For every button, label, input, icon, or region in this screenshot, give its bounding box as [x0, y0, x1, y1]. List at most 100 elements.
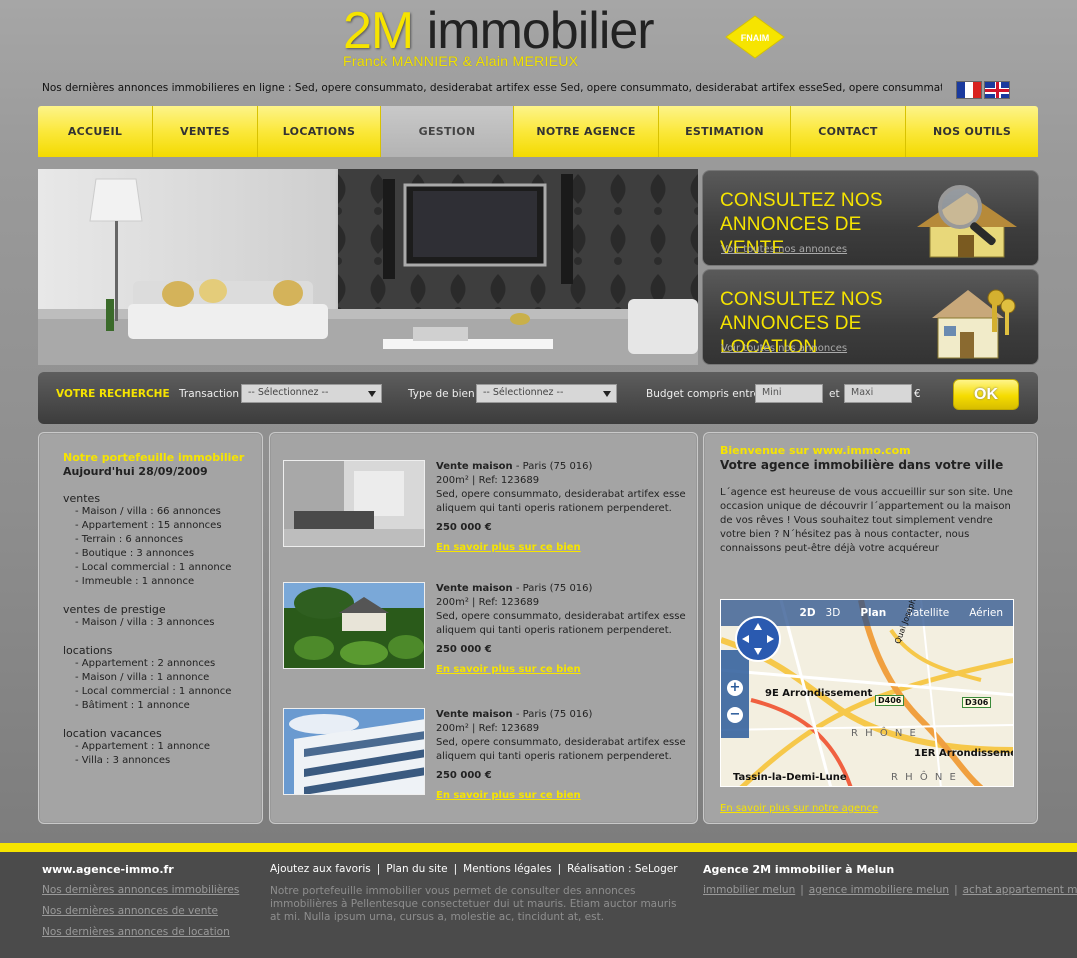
portfolio-panel: Notre portefeuille immobilier Aujourd'hu…	[38, 432, 263, 824]
welcome-panel: Bienvenue sur www.immo.com Votre agence …	[703, 432, 1038, 824]
portfolio-item[interactable]: - Boutique : 3 annonces	[63, 547, 262, 561]
footer-site-title: www.agence-immo.fr	[42, 863, 174, 876]
budget-min-input[interactable]: Mini	[755, 384, 823, 403]
listing-price: 250 000 €	[436, 770, 492, 781]
portfolio-item[interactable]: - Local commercial : 1 annonce	[63, 561, 262, 575]
portfolio-item[interactable]: - Appartement : 1 annonce	[63, 740, 262, 754]
portfolio-item[interactable]: - Immeuble : 1 annonce	[63, 575, 262, 589]
agency-map[interactable]: 2D 3D Plan Satellite Aérien + − 9E Arron…	[720, 599, 1014, 787]
language-switcher	[956, 81, 1010, 99]
portfolio-item[interactable]: - Appartement : 2 annonces	[63, 657, 262, 671]
listing-link[interactable]: En savoir plus sur ce bien	[436, 789, 581, 803]
listing-item: Vente maison - Paris (75 016) 200m² | Re…	[283, 460, 693, 570]
map-pan-control-icon[interactable]	[734, 615, 782, 663]
nav-item-accueil[interactable]: ACCUEIL	[38, 106, 153, 157]
footer-link-immobilieres[interactable]: Nos dernières annonces immobilières	[42, 884, 239, 896]
footer-agency-link-1[interactable]: immobilier melun	[703, 884, 795, 896]
logo-prefix: 2M	[343, 2, 414, 60]
footer-text: Notre portefeuille immobilier vous perme…	[270, 885, 677, 923]
footer: www.agence-immo.fr Nos dernières annonce…	[0, 852, 1077, 958]
house-keys-icon	[932, 289, 1016, 359]
portfolio-item[interactable]: - Maison / villa : 1 annonce	[63, 671, 262, 685]
flag-uk-icon[interactable]	[984, 81, 1010, 99]
budget-max-input[interactable]: Maxi	[844, 384, 912, 403]
listing-link[interactable]: En savoir plus sur ce bien	[436, 541, 581, 555]
footer-col-site: www.agence-immo.fr Nos dernières annonce…	[42, 863, 239, 938]
fnaim-logo: FNAIM	[725, 15, 785, 59]
map-tab-aerien[interactable]: Aérien	[959, 607, 1013, 619]
tagline-ticker: Nos dernières annonces immobilieres en l…	[42, 82, 942, 94]
nav-item-estimation[interactable]: ESTIMATION	[659, 106, 791, 157]
transaction-select[interactable]: -- Sélectionnez --	[241, 384, 382, 403]
map-label-1er: 1ER Arrondissemen	[914, 748, 1014, 759]
nav-item-gestion[interactable]: GESTION	[381, 106, 514, 157]
footer-stripe	[0, 843, 1077, 852]
logo-name: immobilier	[426, 2, 655, 60]
portfolio-item[interactable]: - Local commercial : 1 annonce	[63, 685, 262, 699]
portfolio-item[interactable]: - Villa : 3 annonces	[63, 754, 262, 768]
listing-item: Vente maison - Paris (75 016) 200m² | Re…	[283, 582, 693, 692]
portfolio-category: ventes	[63, 492, 101, 505]
footer-link-location[interactable]: Nos dernières annonces de location	[42, 926, 239, 938]
listing-link[interactable]: En savoir plus sur ce bien	[436, 663, 581, 677]
map-tab-2d[interactable]: 2D	[790, 607, 826, 619]
map-zoom-in-icon[interactable]: +	[727, 680, 743, 696]
portfolio-item[interactable]: - Maison / villa : 66 annonces	[63, 505, 262, 519]
portfolio-item[interactable]: - Appartement : 15 annonces	[63, 519, 262, 533]
portfolio-list: ventes - Maison / villa : 66 annonces - Ap…	[63, 492, 262, 768]
search-bar: VOTRE RECHERCHE Transaction -- Sélection…	[38, 372, 1038, 424]
footer-agency-link-3[interactable]: achat appartement melun	[963, 884, 1077, 896]
currency-label: €	[914, 388, 921, 400]
welcome-subtitle: Votre agence immobilière dans votre vill…	[720, 458, 1004, 472]
portfolio-item[interactable]: - Maison / villa : 3 annonces	[63, 616, 262, 630]
listing-photo[interactable]	[283, 460, 425, 547]
map-zoom-out-icon[interactable]: −	[727, 707, 743, 723]
footer-nav-mentions[interactable]: Mentions légales	[463, 863, 551, 875]
promo-sale[interactable]: CONSULTEZ NOS ANNONCES DE VENTE Voir tou…	[702, 170, 1039, 266]
nav-item-ventes[interactable]: VENTES	[153, 106, 258, 157]
listing-photo[interactable]	[283, 708, 425, 795]
nav-item-notre-agence[interactable]: NOTRE AGENCE	[514, 106, 659, 157]
nav-item-nos-outils[interactable]: NOS OUTILS	[906, 106, 1038, 157]
listing-type: Vente maison	[436, 709, 513, 720]
map-tag-d306: D306	[962, 697, 992, 708]
map-tab-3d[interactable]: 3D	[826, 607, 851, 619]
listing-location: - Paris (75 016)	[512, 709, 593, 720]
agency-link[interactable]: En savoir plus sur notre agence	[720, 803, 878, 814]
portfolio-category: ventes de prestige	[63, 603, 166, 616]
map-label-9e: 9E Arrondissement	[765, 688, 873, 699]
footer-col-nav: Ajoutez aux favoris | Plan du site | Mention…	[270, 863, 680, 924]
portfolio-category: locations	[63, 644, 113, 657]
footer-col-agency: Agence 2M immobilier à Melun immobilier …	[703, 863, 1077, 896]
promo-sale-link[interactable]: Voir toutes nos annonces	[721, 244, 847, 255]
listing-item: Vente maison - Paris (75 016) 200m² | Re…	[283, 708, 693, 818]
nav-item-locations[interactable]: LOCATIONS	[258, 106, 381, 157]
footer-nav-favoris[interactable]: Ajoutez aux favoris	[270, 863, 371, 875]
promo-rent[interactable]: CONSULTEZ NOS ANNONCES DE LOCATION Voir …	[702, 269, 1039, 365]
listing-desc: Sed, opere consummato, desiderabat artif…	[436, 611, 686, 636]
welcome-text: L´agence est heureuse de vous accueillir…	[720, 487, 1013, 554]
map-tab-plan[interactable]: Plan	[850, 607, 896, 619]
footer-agency-link-2[interactable]: agence immobiliere melun	[809, 884, 949, 896]
listing-desc: Sed, opere consummato, desiderabat artif…	[436, 489, 686, 514]
portfolio-title: Notre portefeuille immobilier	[63, 451, 245, 464]
footer-nav-plan[interactable]: Plan du site	[386, 863, 447, 875]
budget-and-label: et	[829, 388, 840, 400]
portfolio-item[interactable]: - Terrain : 6 annonces	[63, 533, 262, 547]
listing-photo[interactable]	[283, 582, 425, 669]
flag-fr-icon[interactable]	[956, 81, 982, 99]
footer-link-vente[interactable]: Nos dernières annonces de vente	[42, 905, 239, 917]
search-ok-button[interactable]: OK	[953, 379, 1019, 410]
footer-nav-realisation[interactable]: Réalisation : SeLoger	[567, 863, 677, 875]
site-logo[interactable]: 2M immobilier Franck MANNIER & Alain MER…	[343, 2, 655, 69]
promo-rent-link[interactable]: Voir toutes nos annonces	[721, 343, 847, 354]
nav-item-contact[interactable]: CONTACT	[791, 106, 906, 157]
portfolio-item[interactable]: - Bâtiment : 1 annonce	[63, 699, 262, 713]
type-select[interactable]: -- Sélectionnez --	[476, 384, 617, 403]
listing-price: 250 000 €	[436, 644, 492, 655]
listing-location: - Paris (75 016)	[512, 583, 593, 594]
listing-price: 250 000 €	[436, 522, 492, 533]
listing-type: Vente maison	[436, 583, 513, 594]
footer-agency-title: Agence 2M immobilier à Melun	[703, 863, 895, 876]
search-title: VOTRE RECHERCHE	[56, 388, 170, 400]
